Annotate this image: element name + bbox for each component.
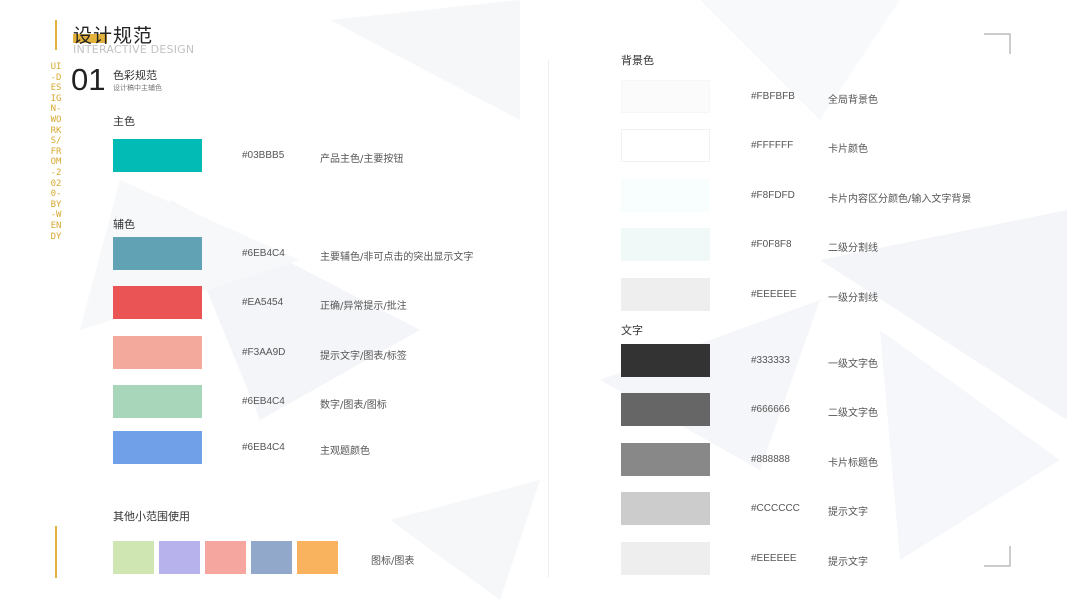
color-desc: 一级分割线 xyxy=(828,293,878,304)
color-swatch xyxy=(113,385,202,418)
color-swatch xyxy=(621,129,710,162)
color-hex: #03BBB5 xyxy=(242,150,285,161)
color-desc: 二级文字色 xyxy=(828,408,878,419)
other-color-heading: 其他小范围使用 xyxy=(113,510,190,523)
other-color-label: 图标/图表 xyxy=(371,556,415,567)
color-hex: #F3AA9D xyxy=(242,347,286,358)
color-swatch xyxy=(113,336,202,369)
small-swatch xyxy=(113,541,154,574)
color-hex: #EEEEEE xyxy=(751,553,797,564)
color-hex: #F0F8F8 xyxy=(751,239,792,250)
column-divider xyxy=(548,60,549,578)
color-swatch xyxy=(113,237,202,270)
color-hex: #CCCCCC xyxy=(751,503,800,514)
section-subtitle: 设计稿中主辅色 xyxy=(113,84,162,92)
small-swatch xyxy=(251,541,292,574)
small-swatch xyxy=(159,541,200,574)
color-desc: 提示文字 xyxy=(828,507,868,518)
vertical-caption: UI-DESIGN-WORKS/FROM-2020-BY-WENDY xyxy=(50,62,62,242)
color-swatch xyxy=(113,139,202,172)
small-swatch xyxy=(297,541,338,574)
color-hex: #6EB4C4 xyxy=(242,442,285,453)
color-desc: 主观题颜色 xyxy=(320,446,370,457)
small-swatch xyxy=(205,541,246,574)
main-color-heading: 主色 xyxy=(113,115,135,128)
color-hex: #666666 xyxy=(751,404,790,415)
color-desc: 提示文字 xyxy=(828,557,868,568)
color-hex: #333333 xyxy=(751,355,790,366)
text-color-heading: 文字 xyxy=(621,324,643,337)
section-title: 色彩规范 xyxy=(113,69,157,82)
color-swatch xyxy=(621,228,710,261)
color-desc: 二级分割线 xyxy=(828,243,878,254)
color-desc: 数字/图表/图标 xyxy=(320,400,387,411)
color-desc: 卡片颜色 xyxy=(828,144,868,155)
color-desc: 一级文字色 xyxy=(828,359,878,370)
color-swatch xyxy=(621,542,710,575)
aux-color-heading: 辅色 xyxy=(113,218,135,231)
section-number: 01 xyxy=(71,62,106,97)
color-hex: #888888 xyxy=(751,454,790,465)
color-swatch xyxy=(621,443,710,476)
color-desc: 全局背景色 xyxy=(828,95,878,106)
color-swatch xyxy=(621,492,710,525)
color-desc: 主要辅色/非可点击的突出显示文字 xyxy=(320,252,474,263)
color-swatch xyxy=(621,179,710,212)
left-accent-line-bottom xyxy=(55,526,57,578)
page-subtitle: INTERACTIVE DESIGN xyxy=(73,43,195,56)
color-hex: #6EB4C4 xyxy=(242,396,285,407)
color-swatch xyxy=(621,278,710,311)
color-hex: #EEEEEE xyxy=(751,289,797,300)
corner-bracket-top-right xyxy=(984,33,1011,54)
color-desc: 产品主色/主要按钮 xyxy=(320,154,404,165)
color-swatch xyxy=(113,286,202,319)
color-swatch xyxy=(621,344,710,377)
color-hex: #6EB4C4 xyxy=(242,248,285,259)
corner-bracket-bottom-right xyxy=(984,546,1011,567)
color-hex: #FBFBFB xyxy=(751,91,795,102)
color-desc: 卡片标题色 xyxy=(828,458,878,469)
color-swatch xyxy=(621,393,710,426)
color-swatch xyxy=(621,80,710,113)
color-hex: #F8FDFD xyxy=(751,190,795,201)
color-desc: 卡片内容区分颜色/输入文字背景 xyxy=(828,194,972,205)
color-hex: #EA5454 xyxy=(242,297,284,308)
background-color-heading: 背景色 xyxy=(621,54,654,67)
color-swatch xyxy=(113,431,202,464)
color-desc: 正确/异常提示/批注 xyxy=(320,301,407,312)
left-accent-line-top xyxy=(55,20,57,50)
color-hex: #FFFFFF xyxy=(751,140,794,151)
color-desc: 提示文字/图表/标签 xyxy=(320,351,407,362)
